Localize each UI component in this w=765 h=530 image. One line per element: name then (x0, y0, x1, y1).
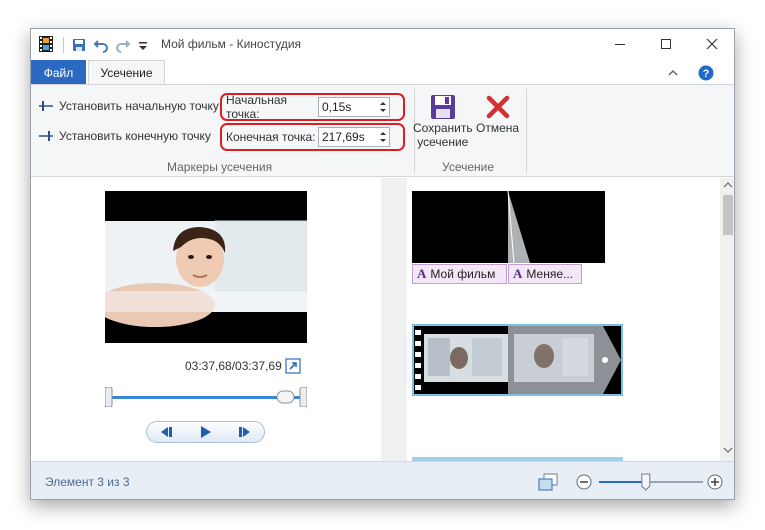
tab-trim[interactable]: Усечение (88, 60, 165, 85)
window-title: Мой фильм - Киностудия (161, 37, 302, 51)
undo-icon[interactable] (93, 37, 109, 53)
zoom-slider-track (599, 473, 703, 491)
svg-text:?: ? (703, 68, 710, 80)
timecode: 03:37,68/03:37,69 (185, 359, 282, 373)
save-trim-icon (430, 95, 455, 119)
workspace: 03:37,68/03:37,69 A Мой фильм A Меняе... (31, 178, 734, 461)
tab-file[interactable]: Файл (31, 60, 86, 85)
trim-slider[interactable] (104, 386, 308, 408)
trim-slider-track (104, 386, 308, 408)
customize-toolbar-icon[interactable] (135, 37, 151, 53)
set-start-point-button[interactable]: Установить начальную точку (39, 99, 219, 113)
ribbon-tabs: Файл Усечение ? (31, 60, 734, 85)
status-item-count: Элемент 3 из 3 (45, 475, 130, 489)
maximize-icon (661, 39, 671, 49)
end-point-highlight (220, 123, 405, 151)
collapse-ribbon-icon[interactable] (665, 65, 681, 81)
maximize-button[interactable] (643, 29, 689, 59)
zoom-out-icon[interactable] (576, 474, 592, 490)
group-separator-end (526, 89, 527, 173)
caption-title[interactable]: A Мой фильм (412, 264, 507, 284)
video-preview[interactable] (105, 191, 307, 343)
storyboard-scrollbar[interactable] (720, 178, 734, 461)
scrollbar-graphic (723, 182, 733, 453)
cancel-trim-button[interactable]: Отмена (476, 93, 519, 135)
status-bar: Элемент 3 из 3 (31, 461, 734, 499)
start-marker-icon (39, 101, 53, 111)
quick-access-separator (63, 37, 64, 53)
cancel-icon (486, 95, 509, 119)
zoom-slider[interactable] (597, 472, 705, 492)
storyboard-clip-video[interactable] (412, 324, 623, 396)
title-bar: Мой фильм - Киностудия (31, 29, 734, 60)
close-icon (706, 38, 718, 50)
close-button[interactable] (689, 29, 734, 59)
set-end-point-label: Установить конечную точку (59, 129, 211, 143)
start-point-highlight (220, 93, 405, 121)
zoom-in-icon[interactable] (707, 474, 723, 490)
group-label-trim: Усечение (442, 160, 495, 174)
cancel-label: Отмена (476, 121, 520, 135)
playback-controls (146, 421, 265, 443)
film-app-icon[interactable] (39, 36, 53, 52)
group-label-markers: Маркеры усечения (167, 160, 273, 174)
set-end-point-button[interactable]: Установить конечную точку (39, 129, 211, 143)
app-window: Мой фильм - Киностудия Файл Усечение ? У… (30, 28, 735, 500)
next-frame-icon[interactable] (235, 425, 253, 439)
redo-icon[interactable] (115, 37, 131, 53)
help-icon[interactable]: ? (698, 65, 714, 81)
set-start-point-label: Установить начальную точку (59, 99, 219, 113)
previous-frame-icon[interactable] (158, 425, 176, 439)
save-trim-button[interactable]: Сохранить усечение (413, 93, 473, 149)
storyboard-clip-thumbnails (414, 326, 621, 394)
caption-second-text: Меняе... (526, 267, 573, 281)
end-marker-icon (39, 131, 53, 141)
text-caption-icon: A (417, 266, 427, 281)
minimize-icon (615, 44, 625, 45)
save-trim-label-1: Сохранить (413, 121, 473, 135)
pane-splitter[interactable] (381, 178, 407, 461)
preview-pane: 03:37,68/03:37,69 (31, 178, 381, 461)
minimize-button[interactable] (597, 29, 643, 59)
thumbnail-size-icon[interactable] (538, 473, 558, 491)
caption-title-text: Мой фильм (430, 267, 496, 281)
video-frame-image (105, 191, 307, 343)
play-icon[interactable] (198, 425, 212, 439)
save-icon[interactable] (71, 37, 87, 53)
popout-preview-icon[interactable] (285, 358, 301, 374)
caption-second[interactable]: A Меняе... (508, 264, 582, 284)
text-caption-icon-2: A (513, 266, 523, 281)
ribbon: Установить начальную точку Установить ко… (31, 84, 734, 177)
storyboard-clip-title[interactable] (412, 191, 605, 263)
save-trim-label-2: усечение (417, 135, 469, 149)
